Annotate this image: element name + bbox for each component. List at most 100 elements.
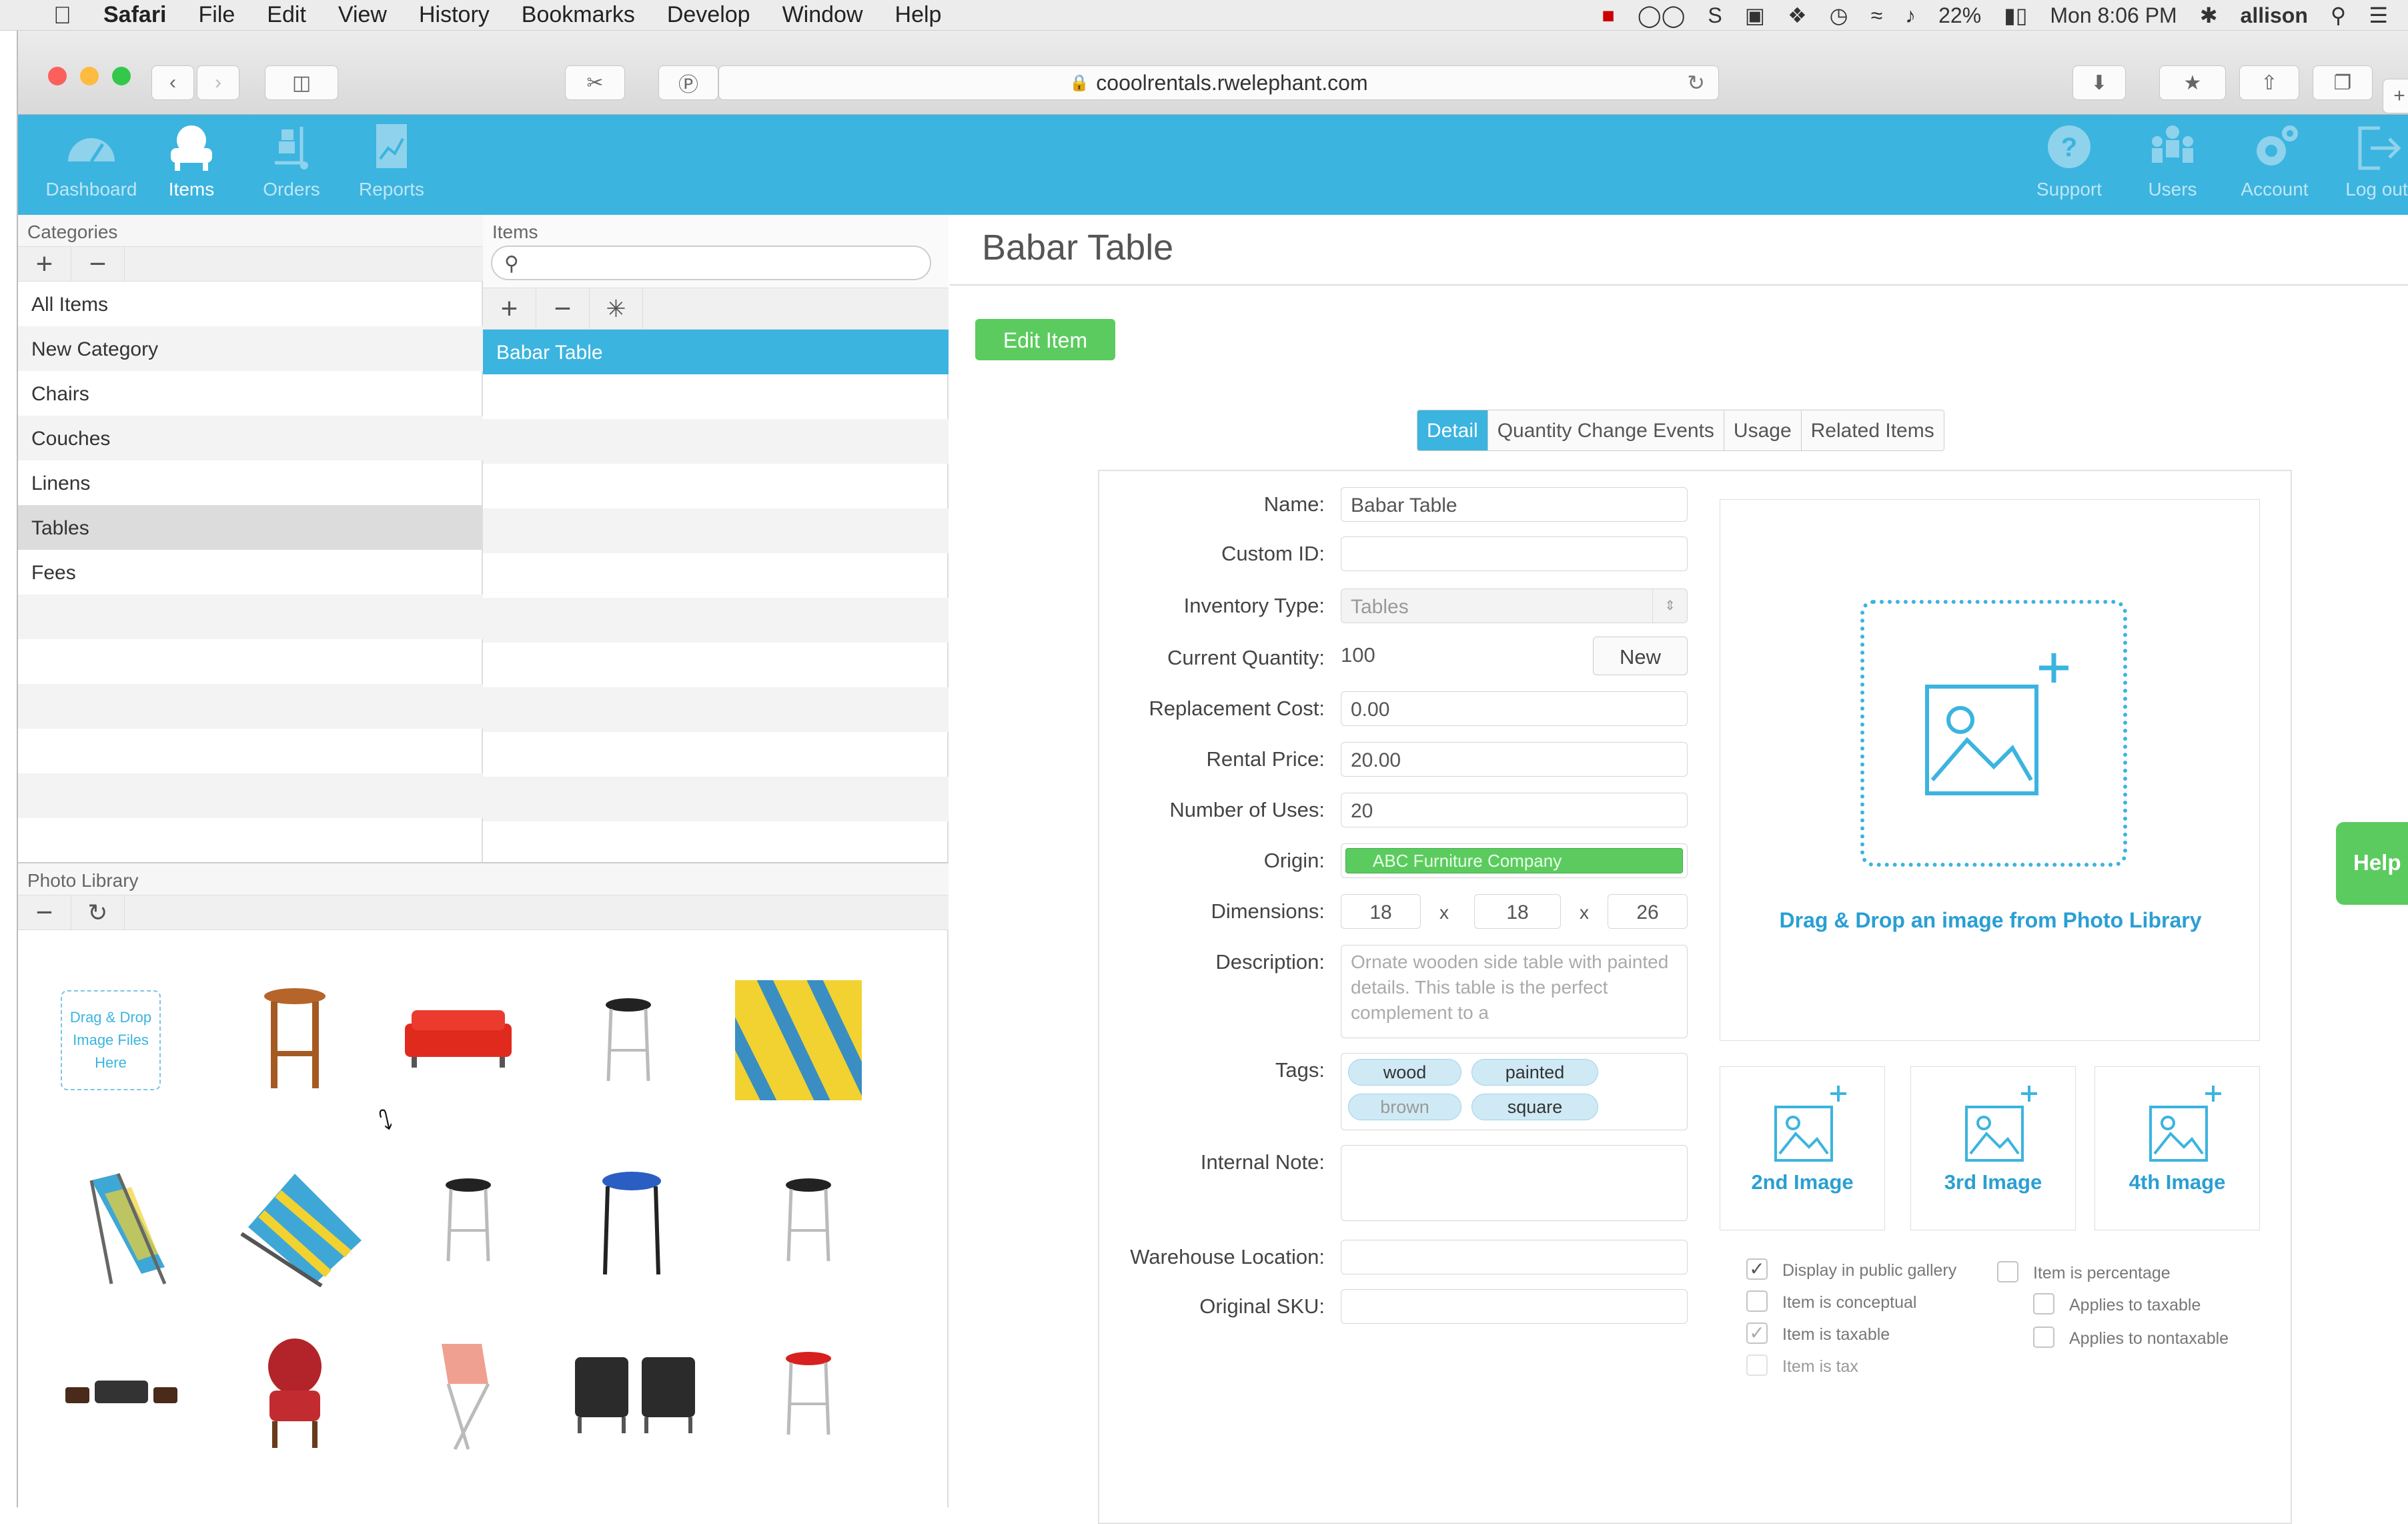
menu-history[interactable]: History [419,2,490,28]
items-search-input[interactable]: ⚲ [491,246,931,280]
refresh-icon[interactable]: ↻ [71,895,125,930]
menu-develop[interactable]: Develop [667,2,750,28]
applies-to-nontaxable-checkbox[interactable] [2033,1326,2054,1348]
photo-thumbnail[interactable] [55,1344,188,1444]
battery-icon[interactable]: ▮▯ [2004,3,2027,28]
help-button[interactable]: Help [2336,822,2408,905]
display-in-public-gallery-checkbox[interactable]: ✓ [1746,1258,1768,1280]
downloads-icon[interactable]: ⬇ [2072,65,2126,100]
chat-icon[interactable]: ▣ [1745,3,1765,28]
warehouse-location-input[interactable] [1341,1240,1688,1274]
custom-id-input[interactable] [1341,536,1688,571]
item-is-taxable-checkbox[interactable]: ✓ [1746,1322,1768,1344]
photo-thumbnail[interactable] [772,1164,845,1277]
nav-account[interactable]: Account [2228,121,2321,200]
nav-users[interactable]: Users [2126,121,2219,200]
item-babar-table[interactable]: Babar Table [483,330,949,374]
category-tables[interactable]: Tables [18,505,483,550]
clock[interactable]: Mon 8:06 PM [2050,3,2177,28]
photo-thumbnail[interactable] [432,1164,505,1277]
address-bar[interactable]: 🔒 cooolrentals.rwelephant.com ↻ [718,65,1719,100]
tag-chip[interactable]: square [1471,1094,1598,1120]
fourth-image-slot[interactable]: 4th Image [2094,1066,2260,1230]
remove-photo-button[interactable]: − [18,895,71,930]
time-machine-icon[interactable]: ◷ [1830,3,1848,28]
tag-chip[interactable]: painted [1471,1059,1598,1086]
add-item-button[interactable]: + [483,288,536,330]
close-window-button[interactable] [48,67,67,85]
apple-icon[interactable]:  [53,1,71,29]
internal-note-textarea[interactable] [1341,1145,1688,1221]
tag-chip[interactable]: wood [1348,1059,1461,1086]
add-category-button[interactable]: + [18,246,71,282]
remove-item-button[interactable]: − [536,288,590,330]
menu-bookmarks[interactable]: Bookmarks [522,2,635,28]
tabs-overview-icon[interactable]: ❐ [2313,65,2373,100]
category-new-category[interactable]: New Category [18,326,483,371]
category-couches[interactable]: Couches [18,416,483,460]
item-settings-icon[interactable]: ✳ [590,288,643,330]
dimension-1-input[interactable]: 18 [1341,894,1421,929]
photo-thumbnail[interactable] [418,1330,518,1457]
menu-app-name[interactable]: Safari [103,2,167,28]
category-chairs[interactable]: Chairs [18,371,483,416]
skype-icon[interactable]: S [1708,3,1722,28]
applies-to-taxable-checkbox[interactable] [2033,1293,2054,1314]
glasses-icon[interactable]: ◯◯ [1638,3,1686,28]
tab-related-items[interactable]: Related Items [1801,410,1944,450]
item-is-conceptual-checkbox[interactable] [1746,1290,1768,1312]
menu-help[interactable]: Help [895,2,942,28]
tab-detail[interactable]: Detail [1417,410,1488,450]
tags-field[interactable]: wood painted brown square [1341,1053,1688,1130]
bluetooth-icon[interactable]: ✱ [2200,3,2218,28]
back-button[interactable]: ‹ [151,65,194,100]
description-textarea[interactable]: Ornate wooden side table with painted de… [1341,945,1688,1038]
main-image-dropzone[interactable]: Drag & Drop an image from Photo Library [1720,499,2260,1041]
photo-thumbnail[interactable] [245,1330,345,1457]
dimension-3-input[interactable]: 26 [1608,894,1688,929]
sidebar-toggle-icon[interactable]: ◫ [265,65,338,100]
photo-thumbnail[interactable] [71,1164,185,1290]
screenshot-extension-icon[interactable]: ✂ [565,65,625,100]
photo-thumbnail[interactable] [245,984,345,1097]
edit-item-button[interactable]: Edit Item [975,319,1115,360]
new-tab-button[interactable]: + [2383,79,2408,113]
replacement-cost-input[interactable]: 0.00 [1341,691,1688,726]
third-image-slot[interactable]: 3rd Image [1910,1066,2076,1230]
user-name[interactable]: allison [2241,3,2308,28]
menu-window[interactable]: Window [782,2,863,28]
menu-edit[interactable]: Edit [267,2,306,28]
nav-logout[interactable]: Log out [2330,121,2408,200]
number-of-uses-input[interactable]: 20 [1341,793,1688,827]
dropbox-icon[interactable]: ❖ [1788,3,1807,28]
photo-thumbnail[interactable] [231,1164,372,1290]
menu-file[interactable]: File [199,2,235,28]
item-is-tax-checkbox[interactable] [1746,1355,1768,1376]
photo-thumbnail[interactable] [392,984,525,1097]
tab-quantity-change-events[interactable]: Quantity Change Events [1487,410,1724,450]
photo-dropzone[interactable]: Drag & Drop Image Files Here [61,990,161,1090]
menu-view[interactable]: View [338,2,387,28]
reload-icon[interactable]: ↻ [1687,70,1705,95]
photo-thumbnail[interactable] [565,1337,705,1451]
inventory-type-select[interactable]: Tables ⇕ [1341,589,1688,623]
nav-support[interactable]: ? Support [2022,121,2116,200]
wifi-icon[interactable]: ≈ [1871,3,1883,28]
tab-usage[interactable]: Usage [1724,410,1802,450]
item-is-percentage-checkbox[interactable] [1997,1261,2018,1282]
second-image-slot[interactable]: 2nd Image [1720,1066,1885,1230]
new-quantity-button[interactable]: New [1593,637,1688,675]
remove-category-button[interactable]: − [71,246,125,282]
share-icon[interactable]: ⇧ [2239,65,2299,100]
nav-reports[interactable]: Reports [345,121,438,200]
photo-thumbnail[interactable] [592,1164,672,1284]
photo-thumbnail[interactable] [732,977,865,1104]
origin-field[interactable]: ABC Furniture Company [1341,843,1688,878]
zoom-window-button[interactable] [112,67,131,85]
nav-orders[interactable]: Orders [245,121,338,200]
notification-center-icon[interactable]: ☰ [2369,3,2388,28]
category-all-items[interactable]: All Items [18,282,483,326]
dimension-2-input[interactable]: 18 [1474,894,1561,929]
spotlight-icon[interactable]: ⚲ [2331,3,2346,28]
pinterest-icon[interactable]: Ⓟ [658,65,718,100]
